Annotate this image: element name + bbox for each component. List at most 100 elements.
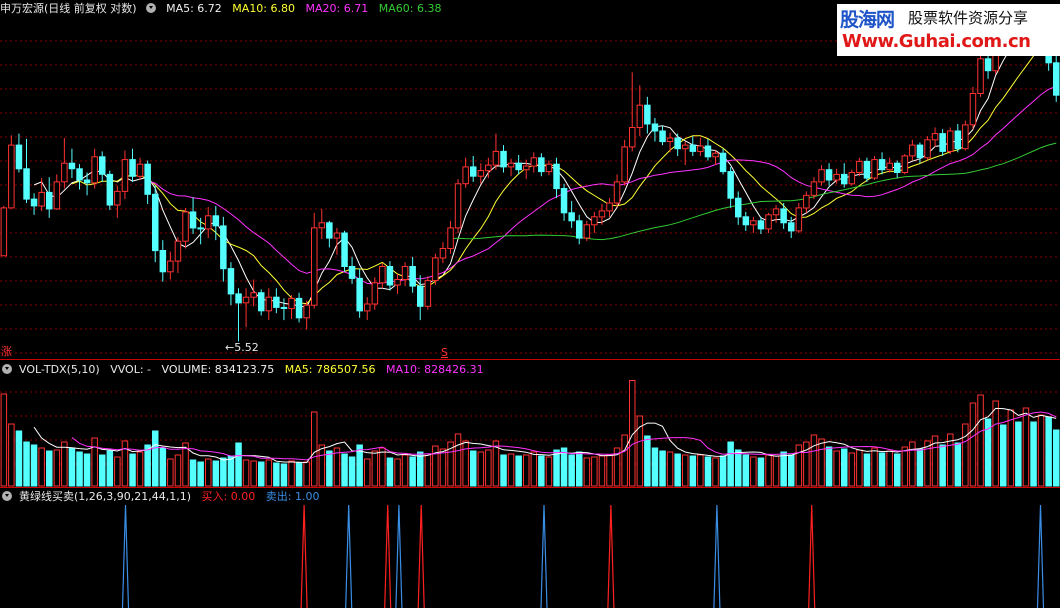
volume-bar	[750, 456, 757, 487]
grid-lines	[0, 40, 1060, 488]
candle-down	[23, 168, 30, 200]
candle-down	[841, 173, 848, 185]
candle-up	[303, 304, 310, 319]
volume-bar	[689, 455, 697, 487]
volume-bar	[462, 440, 469, 487]
volume-bar	[848, 452, 856, 487]
candle-up	[931, 133, 939, 141]
candle-down	[689, 144, 697, 152]
stock-chart-canvas[interactable]	[0, 0, 1060, 608]
candle-down	[894, 162, 901, 173]
volume-bar	[894, 453, 901, 487]
candle-up	[886, 162, 893, 171]
candle-up	[977, 58, 984, 94]
volume-bar	[311, 411, 318, 487]
candle-up	[265, 296, 273, 312]
volume-bar	[235, 442, 242, 487]
volume-bar	[409, 456, 416, 487]
volume-bar	[1015, 421, 1022, 487]
volume-bar	[954, 442, 962, 487]
candle-down	[644, 104, 651, 125]
volume-bar	[1053, 429, 1060, 487]
volume-header: VOL-TDX(5,10) VVOL: - VOLUME: 834123.75 …	[0, 362, 491, 378]
volume-bar	[454, 433, 462, 487]
candle-down	[954, 130, 962, 150]
candle-up	[318, 222, 326, 229]
volume-bar	[470, 450, 477, 487]
volume-bar	[424, 453, 432, 487]
candle-up	[947, 130, 954, 152]
candle-up	[394, 279, 401, 286]
candle-up	[848, 172, 856, 185]
candle-down	[939, 133, 946, 152]
volume-value: VOLUME: 834123.75	[161, 363, 275, 376]
vol-ma10-label: MA10: 828426.31	[385, 363, 484, 376]
candle-up	[924, 139, 931, 159]
volume-bar	[977, 394, 984, 487]
volume-bar	[91, 437, 98, 487]
candle-down	[83, 179, 91, 184]
vol-title: VOL-TDX(5,10)	[19, 363, 100, 376]
volume-bar	[795, 444, 803, 487]
volume-bar	[379, 447, 386, 487]
volume-bar	[280, 463, 288, 487]
candle-down	[356, 277, 363, 312]
volume-bar	[348, 456, 356, 487]
candle-up	[447, 227, 454, 249]
sell-signal-spike	[345, 504, 353, 608]
volume-bar	[765, 454, 772, 487]
candle-down	[576, 220, 583, 239]
signal-spikes	[121, 504, 1045, 608]
candle-up	[364, 303, 371, 312]
candle-down	[409, 266, 416, 287]
low-price-annotation: ←5.52	[225, 341, 259, 354]
candle-up	[545, 163, 553, 173]
candle-down	[280, 306, 288, 309]
ma20-label: MA20: 6.71	[305, 2, 369, 15]
volume-bar	[318, 444, 326, 487]
volume-bar	[1045, 416, 1052, 487]
candle-up	[333, 232, 341, 239]
volume-bar	[76, 451, 83, 487]
volume-bar	[1007, 409, 1015, 487]
volume-bar	[576, 451, 583, 487]
volume-bar	[83, 453, 91, 487]
candle-down	[152, 193, 159, 252]
candle-up	[598, 210, 606, 218]
dropdown-icon[interactable]	[2, 491, 12, 501]
volume-bar	[205, 458, 212, 487]
candle-up	[61, 162, 68, 183]
volume-bar	[606, 454, 613, 487]
volume-bar	[401, 454, 409, 487]
candle-down	[757, 220, 765, 230]
volume-bar	[901, 446, 909, 487]
candle-up	[136, 163, 144, 177]
volume-bar	[939, 444, 946, 487]
volume-bar	[1022, 407, 1030, 487]
volume-bar	[417, 451, 424, 487]
candle-down	[878, 159, 886, 171]
volume-bar	[568, 454, 575, 487]
low-price-value: 5.52	[234, 341, 259, 354]
dropdown-icon[interactable]	[2, 364, 12, 374]
volume-bar	[326, 450, 333, 487]
candle-up	[424, 280, 432, 307]
dropdown-icon[interactable]	[145, 3, 156, 13]
volume-bar	[174, 454, 182, 487]
volume-bar	[735, 449, 742, 487]
ma5-label: MA5: 6.72	[166, 2, 222, 15]
volume-bar	[273, 462, 280, 487]
volume-bar	[500, 454, 507, 487]
volume-bar	[515, 455, 522, 487]
buy-signal-spike	[417, 504, 425, 608]
candle-down	[386, 266, 394, 286]
s-marker: S	[441, 346, 448, 359]
candle-up	[432, 257, 439, 281]
volume-bar	[38, 447, 45, 487]
sell-signal-spike	[713, 504, 721, 608]
volume-bar	[68, 447, 76, 487]
volume-bar	[659, 450, 666, 487]
candle-up	[606, 202, 613, 212]
buy-signal-spike	[300, 504, 308, 608]
candle-down	[99, 156, 106, 175]
